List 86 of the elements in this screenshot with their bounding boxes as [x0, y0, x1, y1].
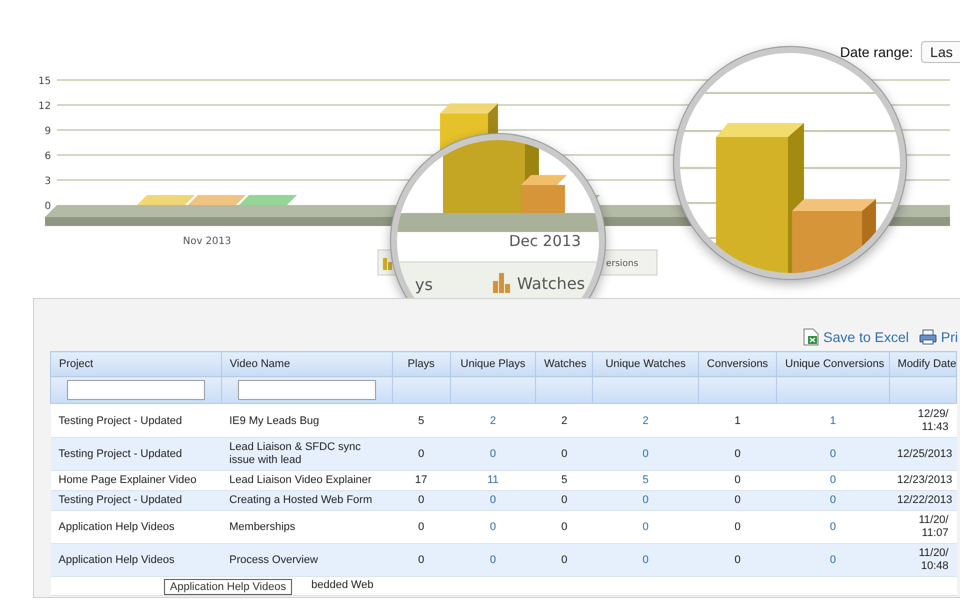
count-link[interactable]: 0: [776, 544, 890, 576]
column-header[interactable]: Video Name: [221, 352, 392, 376]
count-link[interactable]: 0: [776, 510, 890, 544]
legend-label: ersions: [606, 259, 638, 269]
count-link[interactable]: 0: [592, 490, 698, 510]
table-cell: 12/25/2013: [889, 438, 956, 470]
tooltip: Application Help Videos: [164, 579, 292, 595]
table-cell: 0: [536, 438, 593, 470]
table-cell: 0: [392, 544, 450, 576]
table-cell: 5: [536, 470, 593, 490]
y-axis-label: 12: [38, 101, 51, 112]
table-cell: 11/20/ 10:48: [889, 544, 956, 576]
table-cell: 0: [698, 544, 777, 576]
table-cell: 0: [698, 470, 777, 490]
table-cell: 17: [392, 470, 450, 490]
table-cell: 0: [698, 438, 777, 470]
count-link[interactable]: 2: [450, 404, 536, 438]
count-link[interactable]: 0: [592, 510, 698, 544]
table-cell: 0: [536, 544, 593, 576]
print-link[interactable]: Pri: [918, 329, 958, 345]
count-link[interactable]: 0: [776, 470, 890, 490]
count-link[interactable]: 5: [592, 470, 698, 490]
column-header[interactable]: Modify Date: [889, 352, 956, 376]
table-cell: Application Help Videos: [50, 510, 222, 544]
count-link[interactable]: 0: [776, 438, 890, 470]
column-header[interactable]: Project: [50, 352, 222, 376]
date-range-label: Date range:: [840, 44, 914, 60]
table-cell: Testing Project - Updated: [50, 438, 222, 470]
table-cell: 0: [392, 438, 450, 470]
count-link[interactable]: 0: [450, 490, 536, 510]
table-cell: Application Help Videos: [50, 544, 222, 576]
column-header[interactable]: Unique Watches: [592, 352, 698, 376]
x-axis-label: Nov 2013: [182, 236, 232, 247]
count-link[interactable]: 0: [776, 490, 890, 510]
save-to-excel-link[interactable]: Save to Excel: [803, 329, 909, 345]
legend-label: ys: [415, 275, 433, 294]
count-link[interactable]: 0: [450, 544, 536, 576]
table-cell: 12/29/ 11:43: [889, 404, 956, 438]
filter-field[interactable]: [238, 380, 376, 400]
date-range-select[interactable]: Las: [921, 41, 960, 63]
column-header[interactable]: Conversions: [698, 352, 777, 376]
table-cell: 2: [536, 404, 593, 438]
count-link[interactable]: 0: [450, 438, 536, 470]
column-header[interactable]: Plays: [392, 352, 450, 376]
y-axis-label: 3: [44, 176, 51, 187]
spreadsheet-icon: [803, 328, 820, 346]
table-cell: Lead Liaison & SFDC sync issue with lead: [221, 438, 392, 470]
table-cell: Home Page Explainer Video: [50, 470, 222, 490]
table-cell: Testing Project - Updated: [50, 490, 222, 510]
y-axis-label: 6: [44, 151, 51, 162]
table-cell: Creating a Hosted Web Form: [221, 490, 392, 510]
table-cell: 0: [392, 490, 450, 510]
table-cell: 11/20/ 11:07: [889, 510, 956, 544]
y-axis-label: 15: [38, 76, 51, 87]
count-link[interactable]: 0: [592, 438, 698, 470]
table-cell: Process Overview: [221, 544, 392, 576]
x-axis-label: Dec 2013: [509, 232, 581, 250]
filter-field[interactable]: [66, 380, 205, 400]
table-cell: 0: [536, 510, 593, 544]
count-link[interactable]: 2: [592, 404, 698, 438]
table-cell: Memberships: [221, 510, 392, 544]
count-link[interactable]: 11: [450, 470, 536, 490]
count-link[interactable]: 0: [450, 510, 536, 544]
bar-chart-icon: [493, 273, 511, 293]
table-cell: 0: [536, 490, 593, 510]
table-cell: Lead Liaison Video Explainer: [221, 470, 392, 490]
table-cell: Testing Project - Updated: [50, 404, 222, 438]
printer-icon: [918, 329, 937, 345]
column-header[interactable]: Unique Plays: [450, 352, 536, 376]
legend-label: Watches: [517, 274, 585, 293]
table-cell: 5: [392, 404, 450, 438]
table-cell: bedded Web: [311, 579, 374, 591]
table-cell: 0: [698, 510, 777, 544]
table-cell: 1: [698, 404, 777, 438]
y-axis-label: 0: [44, 201, 51, 212]
bar-chart-icon: [383, 258, 392, 270]
y-axis-label: 9: [44, 126, 51, 137]
table-cell: 12/22/2013: [889, 490, 956, 510]
table-cell: 12/23/2013: [889, 470, 956, 490]
table-cell: 0: [698, 490, 777, 510]
count-link[interactable]: 1: [776, 404, 890, 438]
table-cell: IE9 My Leads Bug: [221, 404, 392, 438]
column-header[interactable]: Unique Conversions: [776, 352, 890, 376]
table-cell: 0: [392, 510, 450, 544]
column-header[interactable]: Watches: [536, 352, 593, 376]
count-link[interactable]: 0: [592, 544, 698, 576]
